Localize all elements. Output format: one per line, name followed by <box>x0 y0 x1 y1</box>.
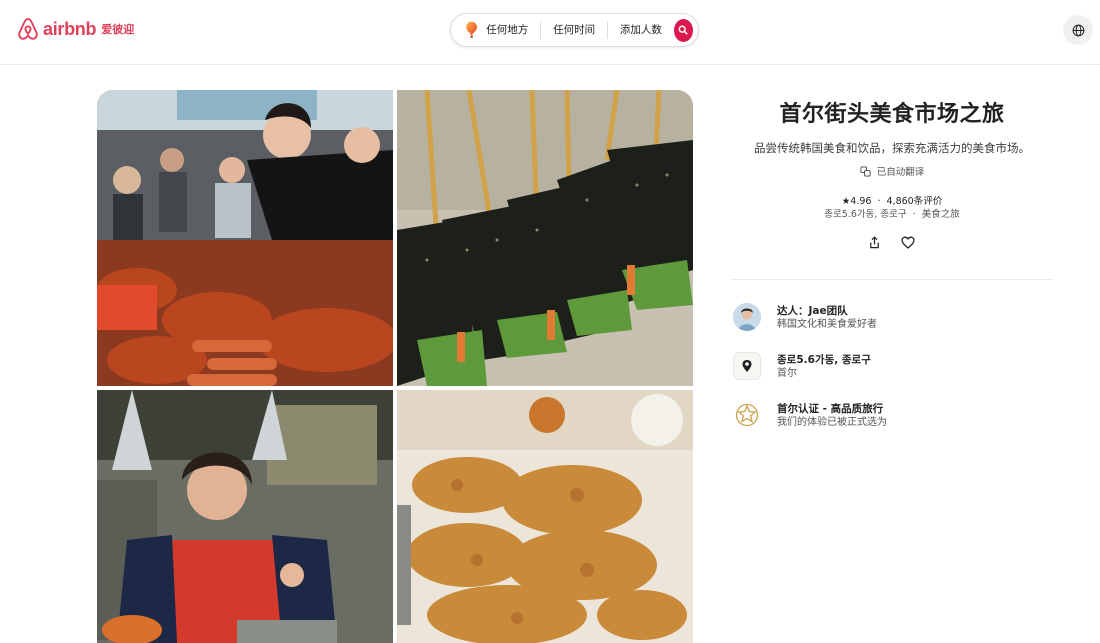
host-row[interactable]: 达人：Jae团队 韩国文化和美食爱好者 <box>733 303 1063 332</box>
auto-translated-label: 已自动翻译 <box>876 167 925 178</box>
auto-translated-note[interactable]: 已自动翻译 <box>731 164 1053 178</box>
rating-line: ★4.96 · 4,860条评价 <box>731 193 1053 207</box>
search-button[interactable] <box>673 18 693 42</box>
category-separator: · <box>912 209 916 220</box>
translate-icon <box>860 165 871 177</box>
save-wishlist-button[interactable] <box>900 234 916 250</box>
host-description: 韩国文化和美食爱好者 <box>777 319 877 330</box>
share-button[interactable] <box>866 234 882 250</box>
certification-row[interactable]: 首尔认证 - 高品质旅行 我们的体验已被正式选为 <box>733 401 1063 430</box>
vendor-photo-image <box>97 390 393 643</box>
top-header: airbnb 爱彼迎 任何地方 任何时间 添加人数 <box>0 0 1100 65</box>
action-buttons <box>866 234 916 250</box>
balloon-icon <box>466 21 478 38</box>
certification-title: 首尔认证 - 高品质旅行 <box>777 403 884 415</box>
experience-title: 首尔街头美食市场之旅 <box>779 102 1005 127</box>
photo-gimbap-skewers[interactable] <box>397 90 693 386</box>
heart-icon <box>901 236 915 249</box>
market-photo-image <box>97 90 393 386</box>
location-city: 首尔 <box>777 368 797 379</box>
location-name: 종로5.6가동, 종로구 <box>777 354 871 366</box>
experience-subtitle: 品尝传统韩国美食和饮品，探索充满活力的美食市场。 <box>754 141 1030 155</box>
search-where[interactable]: 任何地方 <box>486 21 540 39</box>
photo-fried-pancakes[interactable] <box>397 390 693 643</box>
globe-icon <box>1072 24 1084 36</box>
airbnb-logo[interactable]: airbnb 爱彼迎 <box>17 16 134 42</box>
host-avatar <box>733 303 761 331</box>
category-label: 美食之旅 <box>921 209 960 220</box>
search-bar[interactable]: 任何地方 任何时间 添加人数 <box>450 13 699 47</box>
location-row[interactable]: 종로5.6가동, 종로구 首尔 <box>733 352 1063 381</box>
location-label: 종로5.6가동, 종로구 <box>824 209 907 220</box>
section-divider <box>731 279 1053 280</box>
airbnb-belo-icon <box>18 18 38 40</box>
photo-market-vendor[interactable] <box>97 90 393 386</box>
photo-smiling-vendor[interactable] <box>97 390 393 643</box>
search-icon <box>679 25 689 35</box>
gimbap-photo-image <box>397 90 693 386</box>
pancake-photo-image <box>397 390 693 643</box>
location-category-line: 종로5.6가동, 종로구 · 美食之旅 <box>731 206 1053 220</box>
host-name: 达人：Jae团队 <box>777 305 848 317</box>
search-when[interactable]: 任何时间 <box>541 21 607 39</box>
logo-region-label: 爱彼迎 <box>101 23 135 36</box>
seoul-badge-icon <box>735 403 759 427</box>
logo-wordmark: airbnb <box>43 18 97 39</box>
map-pin-icon <box>733 352 761 380</box>
share-icon <box>869 235 879 248</box>
search-guests[interactable]: 添加人数 <box>608 21 674 39</box>
language-button[interactable] <box>1063 15 1093 45</box>
certification-description: 我们的体验已被正式选为 <box>777 417 887 428</box>
